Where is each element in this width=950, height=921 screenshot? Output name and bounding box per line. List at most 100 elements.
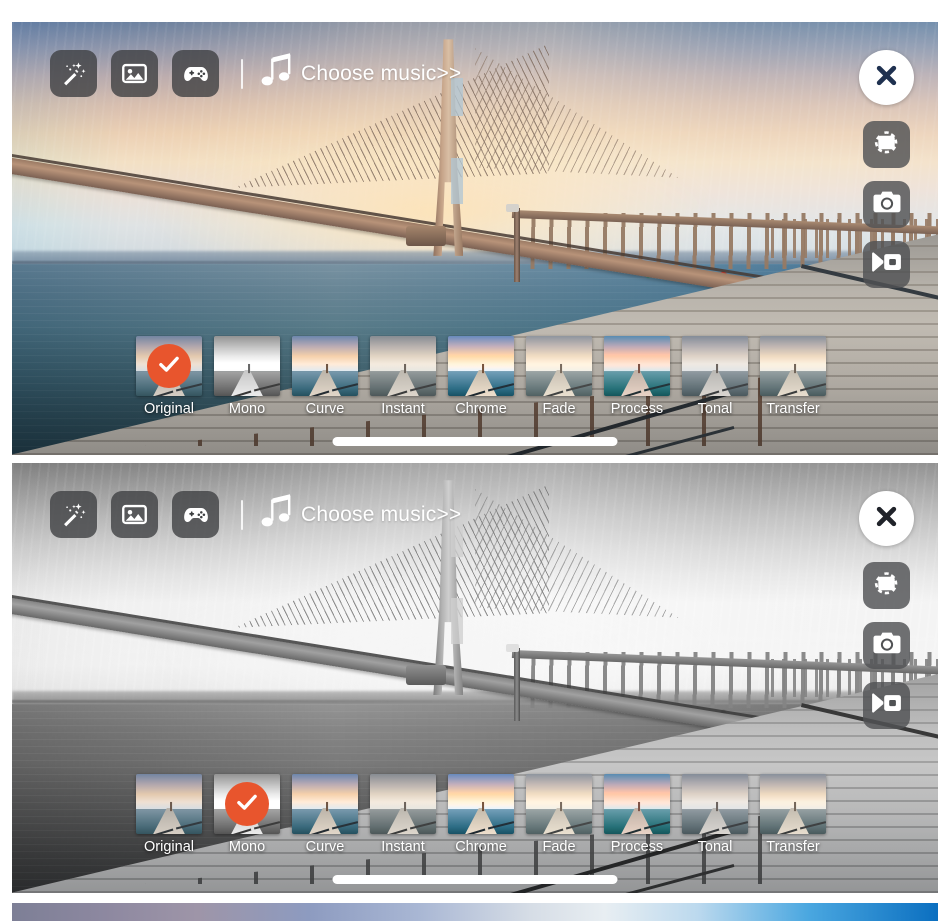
filter-thumb-image	[448, 336, 514, 396]
thumb-lamp-post	[326, 363, 329, 374]
filter-thumbnail[interactable]	[448, 774, 514, 834]
magic-wand-icon	[60, 501, 87, 528]
filter-strip-2[interactable]: Original Mono Curve Instant Chrome Fade Proces…	[136, 774, 826, 855]
filter-thumbnail[interactable]	[292, 774, 358, 834]
filter-item-chrome[interactable]: Chrome	[448, 774, 514, 855]
filter-thumbnail[interactable]	[682, 336, 748, 396]
camera-button[interactable]	[863, 622, 910, 669]
filter-thumbnail[interactable]	[526, 336, 592, 396]
check-icon	[234, 789, 260, 820]
filter-strip-1[interactable]: Original Mono Curve Instant Chrome Fade Proces…	[136, 336, 826, 417]
preview-panel-2: Choose music>> Original Mono Curve Insta…	[12, 463, 938, 893]
filter-item-instant[interactable]: Instant	[370, 336, 436, 417]
frame-button[interactable]	[863, 562, 910, 609]
thumb-lamp-post	[716, 801, 719, 812]
photos-button[interactable]	[111, 491, 158, 538]
filter-label: Instant	[381, 401, 425, 417]
thumb-lamp-post	[560, 801, 563, 812]
filter-label: Mono	[228, 839, 266, 855]
filter-thumbnail[interactable]	[760, 336, 826, 396]
video-button[interactable]	[863, 682, 910, 729]
filter-item-tonal[interactable]: Tonal	[682, 774, 748, 855]
filter-thumbnail[interactable]	[682, 774, 748, 834]
filter-item-curve[interactable]: Curve	[292, 774, 358, 855]
filter-thumbnail[interactable]	[136, 336, 202, 396]
thumb-lamp-post	[794, 801, 797, 812]
music-note-icon	[259, 492, 297, 537]
pier-lamp-post	[513, 208, 520, 282]
rotate-frame-icon	[872, 129, 901, 161]
camera-button[interactable]	[863, 181, 910, 228]
filter-thumbnail[interactable]	[292, 336, 358, 396]
pylon-opening-lower	[450, 158, 463, 205]
thumb-sky	[136, 774, 202, 809]
filter-item-transfer[interactable]: Transfer	[760, 774, 826, 855]
filter-thumb-image	[214, 336, 280, 396]
close-button[interactable]	[859, 50, 914, 105]
filter-label: Transfer	[766, 401, 820, 417]
close-icon	[873, 503, 900, 535]
filter-thumbnail[interactable]	[760, 774, 826, 834]
filter-label: Fade	[542, 401, 576, 417]
filter-thumbnail[interactable]	[604, 774, 670, 834]
filter-item-curve[interactable]: Curve	[292, 336, 358, 417]
filter-thumb-image	[604, 336, 670, 396]
games-button[interactable]	[172, 491, 219, 538]
filter-item-original[interactable]: Original	[136, 336, 202, 417]
filter-item-fade[interactable]: Fade	[526, 774, 592, 855]
filter-thumbnail[interactable]	[214, 336, 280, 396]
photos-button[interactable]	[111, 50, 158, 97]
filter-label: Chrome	[455, 839, 507, 855]
filter-item-original[interactable]: Original	[136, 774, 202, 855]
thumb-lamp-post	[794, 363, 797, 374]
music-note-icon	[259, 51, 297, 96]
preview-panel-1: Choose music>> Original Mono Curve Insta…	[12, 22, 938, 455]
filter-item-tonal[interactable]: Tonal	[682, 336, 748, 417]
thumb-sky	[760, 774, 826, 809]
filter-thumbnail[interactable]	[214, 774, 280, 834]
filter-item-transfer[interactable]: Transfer	[760, 336, 826, 417]
choose-music-button[interactable]: Choose music>>	[259, 492, 461, 537]
selected-check-badge	[225, 782, 269, 826]
filter-thumb-image	[370, 774, 436, 834]
side-toolbar	[859, 50, 914, 288]
photo-icon	[121, 501, 148, 528]
video-button[interactable]	[863, 241, 910, 288]
filter-label: Instant	[381, 839, 425, 855]
frame-button[interactable]	[863, 121, 910, 168]
top-toolbar: Choose music>>	[50, 491, 461, 538]
close-button[interactable]	[859, 491, 914, 546]
games-button[interactable]	[172, 50, 219, 97]
filter-label: Process	[610, 401, 664, 417]
filter-thumbnail[interactable]	[136, 774, 202, 834]
choose-music-button[interactable]: Choose music>>	[259, 51, 461, 96]
magic-wand-icon	[60, 60, 87, 87]
filter-thumbnail[interactable]	[448, 336, 514, 396]
pylon-opening-lower	[450, 598, 463, 645]
gamepad-icon	[182, 60, 210, 88]
filter-label: Fade	[542, 839, 576, 855]
filter-label: Curve	[305, 401, 345, 417]
filter-item-mono[interactable]: Mono	[214, 774, 280, 855]
filter-thumbnail[interactable]	[604, 336, 670, 396]
home-indicator[interactable]	[332, 875, 618, 884]
filter-thumbnail[interactable]	[370, 336, 436, 396]
filter-item-instant[interactable]: Instant	[370, 774, 436, 855]
filter-item-process[interactable]: Process	[604, 336, 670, 417]
filter-thumb-image	[760, 774, 826, 834]
thumb-sky	[682, 774, 748, 809]
filter-thumbnail[interactable]	[526, 774, 592, 834]
home-indicator[interactable]	[332, 437, 618, 446]
pylon-base	[405, 665, 446, 686]
filter-item-chrome[interactable]: Chrome	[448, 336, 514, 417]
check-icon	[156, 351, 182, 382]
filter-item-mono[interactable]: Mono	[214, 336, 280, 417]
effects-button[interactable]	[50, 50, 97, 97]
filter-item-fade[interactable]: Fade	[526, 336, 592, 417]
filter-thumb-image	[526, 774, 592, 834]
filter-thumbnail[interactable]	[370, 774, 436, 834]
thumb-sky	[370, 336, 436, 371]
effects-button[interactable]	[50, 491, 97, 538]
toolbar-divider	[241, 499, 243, 530]
filter-item-process[interactable]: Process	[604, 774, 670, 855]
